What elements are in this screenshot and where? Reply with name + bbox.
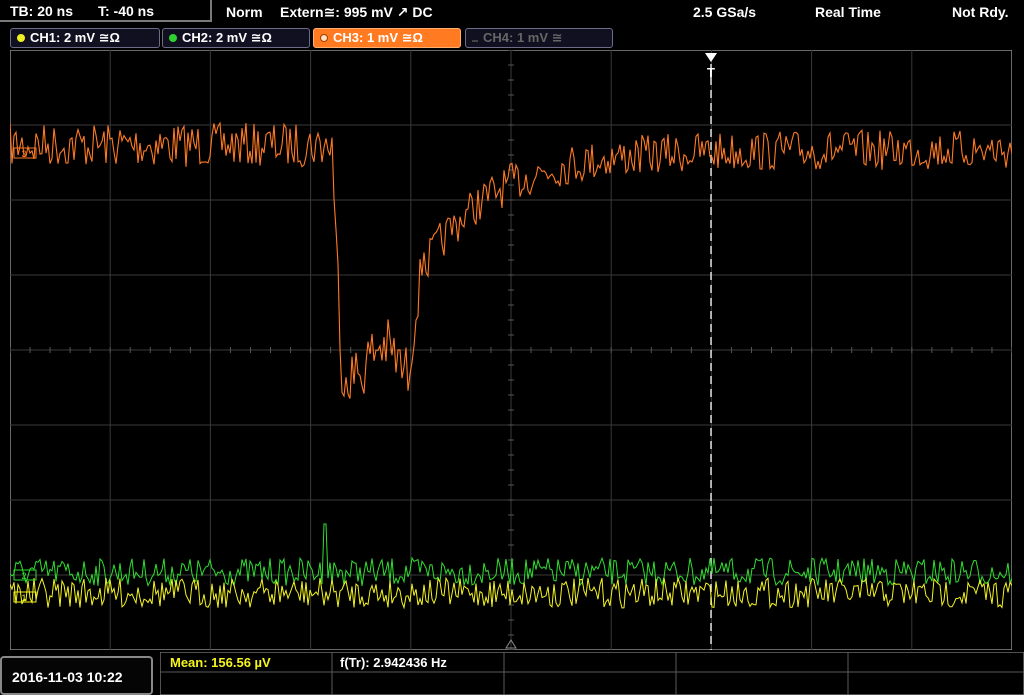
ch1-label: CH1: 2 mV ≅Ω [30, 30, 120, 45]
channel-1-button[interactable]: CH1: 2 mV ≅Ω [10, 28, 160, 48]
ch1-color-dot [17, 34, 25, 42]
ch4-color-dot [472, 40, 478, 42]
bottom-bar: 2016-11-03 10:22 Mean: 156.56 µV f(Tr): … [0, 652, 1024, 695]
trigger-mode[interactable]: Norm [226, 4, 263, 20]
ch1-marker-label: 1 [21, 593, 26, 603]
timebase-box[interactable]: TB: 20 ns T: -40 ns [0, 0, 212, 22]
trigger-marker-label: T [707, 65, 715, 80]
channel-4-button[interactable]: CH4: 1 mV ≅ [465, 28, 613, 48]
measurement-panel[interactable] [160, 652, 1024, 695]
ch2-marker-label: 2 [21, 571, 26, 581]
channel-2-button[interactable]: CH2: 2 mV ≅Ω [162, 28, 310, 48]
trigger-time-readout: T: -40 ns [98, 3, 155, 19]
datetime-box: 2016-11-03 10:22 [0, 656, 153, 695]
top-status-bar: TB: 20 ns T: -40 ns Norm Extern≅: 995 mV… [0, 0, 1024, 24]
sample-rate: 2.5 GSa/s [693, 4, 757, 20]
acquisition-status: Not Rdy. [952, 4, 1009, 20]
ch3-label: CH3: 1 mV ≅Ω [333, 30, 423, 45]
ch2-label: CH2: 2 mV ≅Ω [182, 30, 272, 45]
acquisition-mode: Real Time [815, 4, 881, 20]
channel-bar: CH1: 2 mV ≅Ω CH2: 2 mV ≅Ω CH3: 1 mV ≅Ω C… [0, 24, 1024, 50]
timebase-readout: TB: 20 ns [10, 3, 74, 19]
frequency-measurement: f(Tr): 2.942436 Hz [340, 655, 447, 670]
mean-measurement: Mean: 156.56 µV [170, 655, 271, 670]
trigger-source[interactable]: Extern≅: 995 mV ↗ DC [280, 4, 433, 20]
datetime-readout: 2016-11-03 10:22 [12, 669, 123, 685]
waveform-display[interactable]: T 3 2 1 [10, 50, 1012, 650]
channel-3-button[interactable]: CH3: 1 mV ≅Ω [313, 28, 461, 48]
ch2-color-dot [169, 34, 177, 42]
ch3-color-dot [320, 34, 328, 42]
ch4-label: CH4: 1 mV ≅ [483, 30, 563, 45]
ch3-marker-label: 3 [21, 149, 26, 159]
